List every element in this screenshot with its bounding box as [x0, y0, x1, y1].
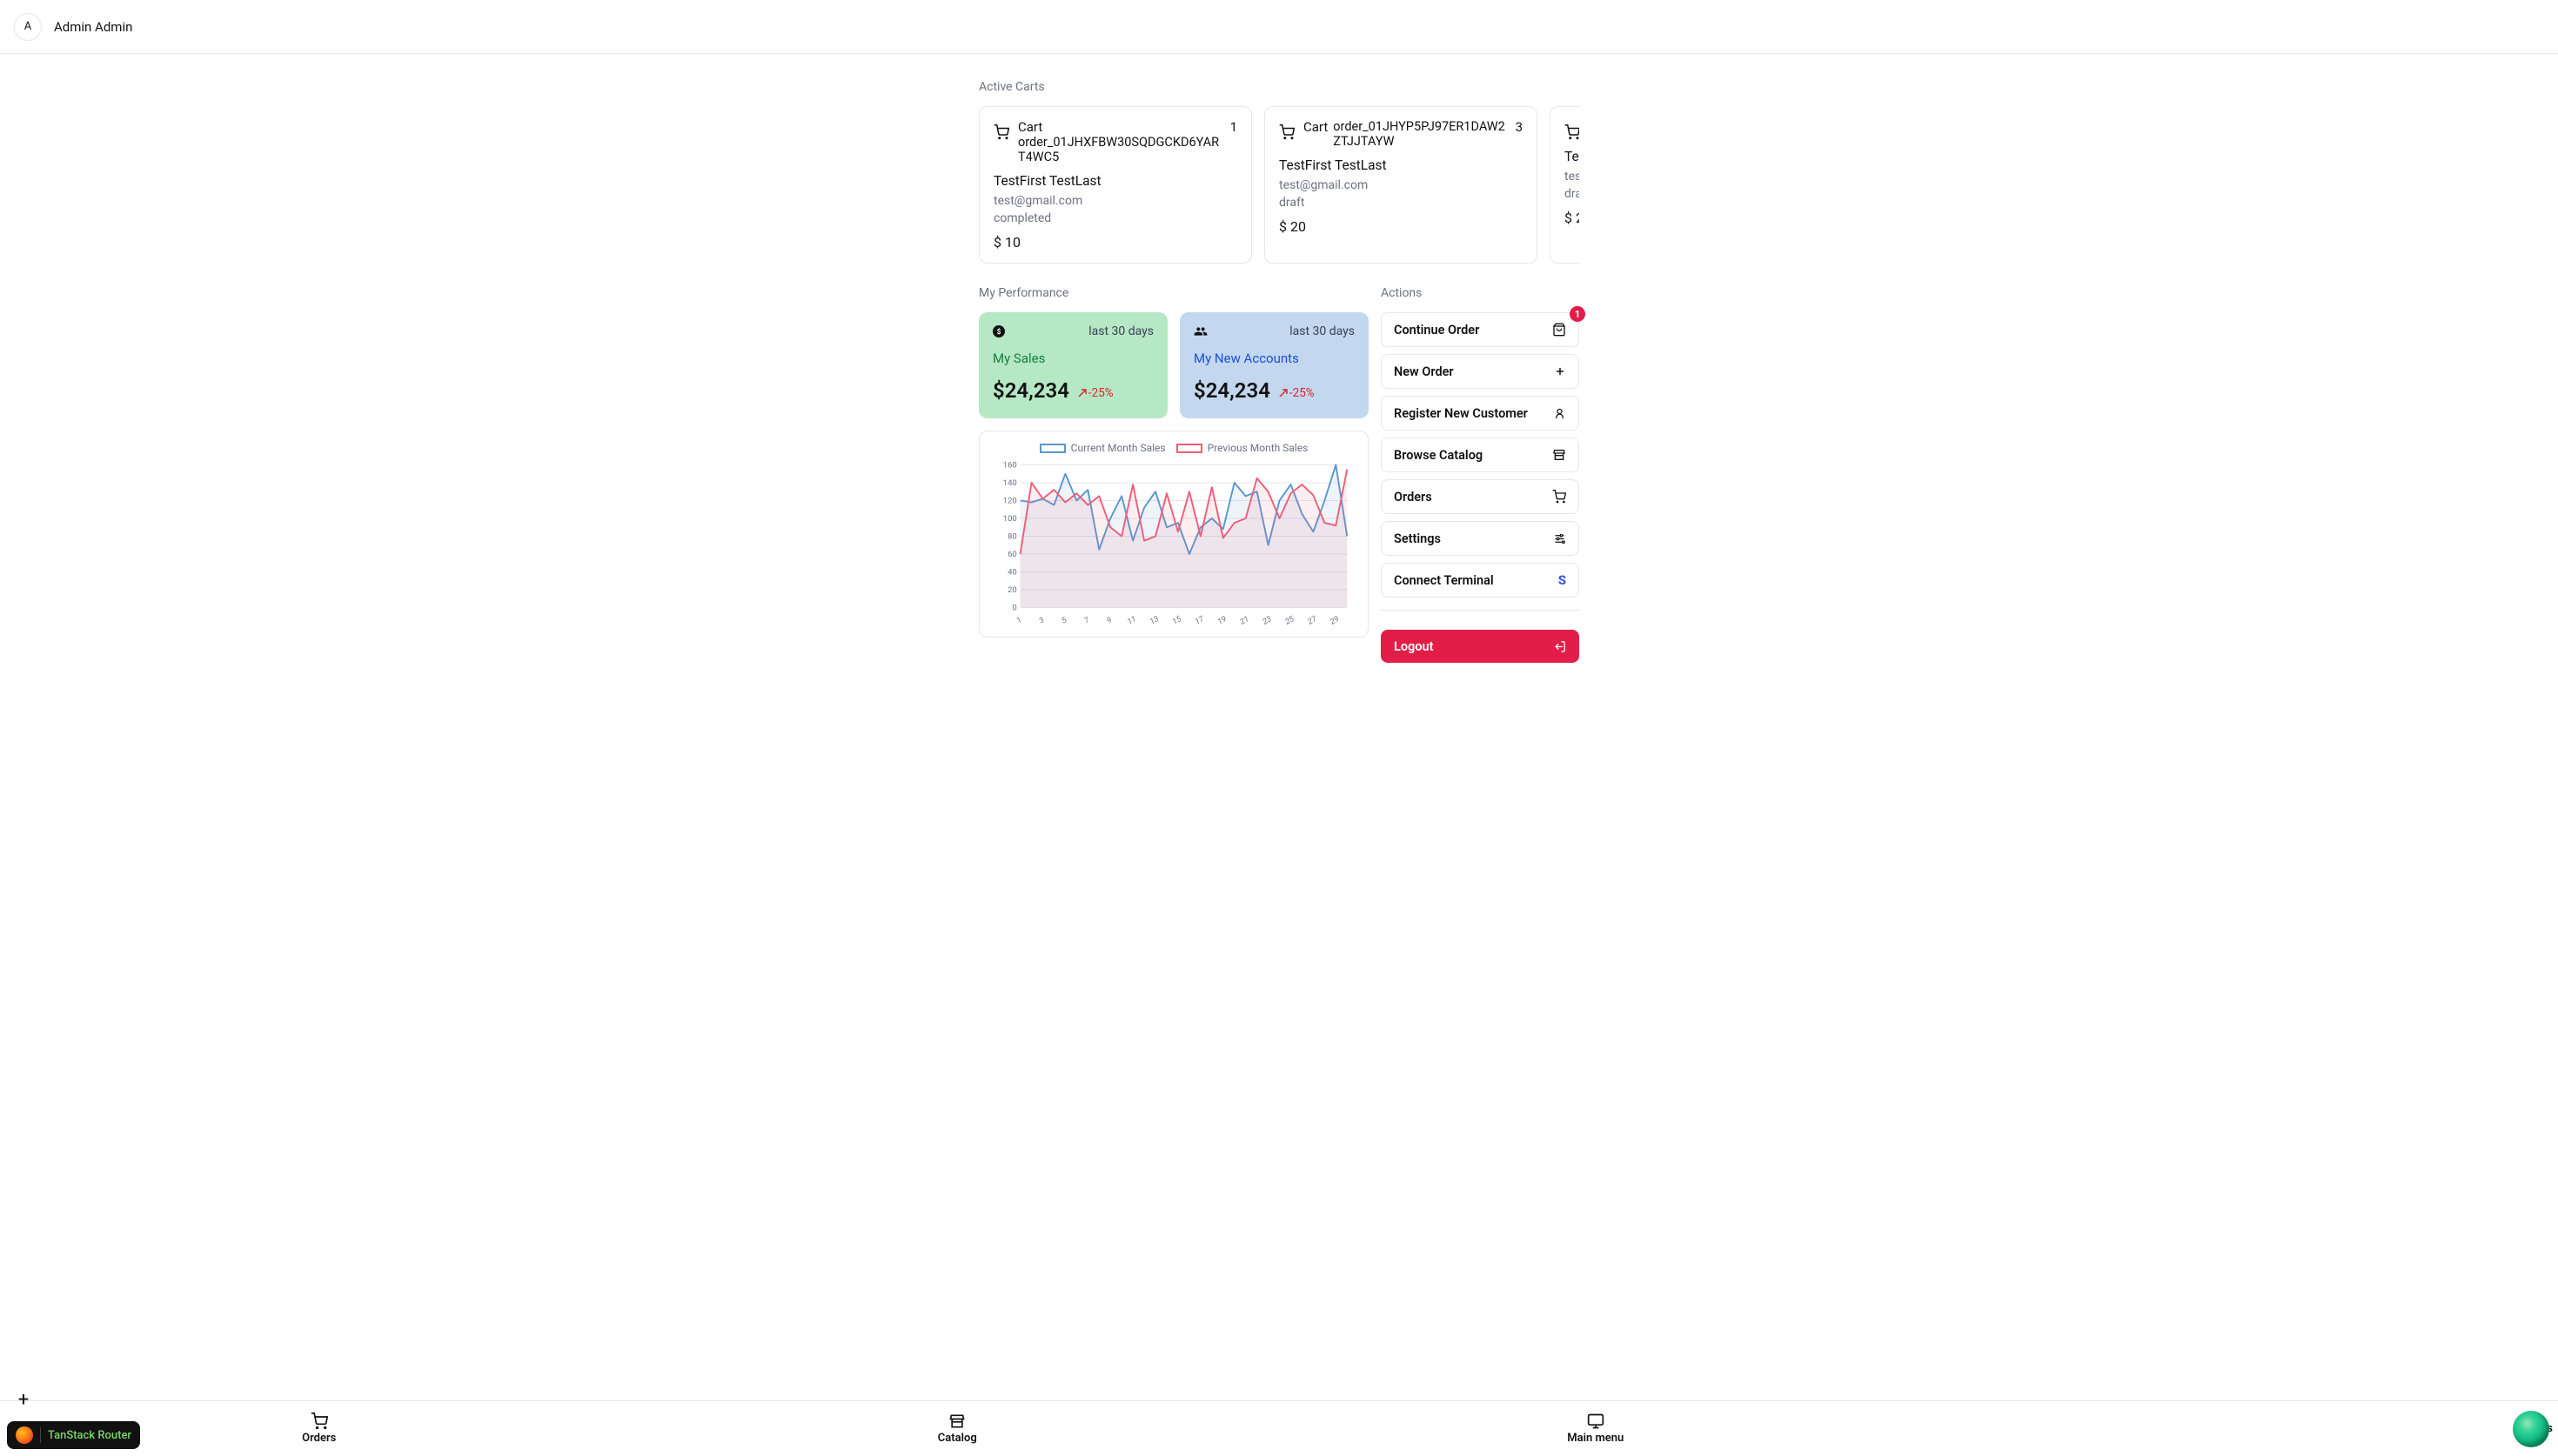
cart-customer-email: tes	[1564, 170, 1579, 184]
metric-value: $24,234	[1194, 378, 1270, 403]
svg-text:19: 19	[1216, 615, 1229, 627]
cart-status: draft	[1279, 196, 1523, 210]
cart-card[interactable]: Cart order_01JHYP5PJ97ER1DAW2ZTJJTAYW 3 …	[1264, 106, 1537, 264]
cart-item-count: 1	[1230, 119, 1237, 135]
connect-terminal-button[interactable]: Connect Terminal S	[1381, 563, 1579, 598]
metric-delta: -25%	[1279, 386, 1315, 400]
stripe-icon: S	[1558, 572, 1566, 588]
corner-widget[interactable]	[2513, 1411, 2549, 1447]
orders-button[interactable]: Orders	[1381, 479, 1579, 514]
svg-text:20: 20	[1008, 585, 1017, 595]
svg-text:21: 21	[1239, 615, 1251, 627]
svg-text:80: 80	[1008, 531, 1017, 541]
tanstack-icon	[16, 1426, 33, 1444]
metric-card-accounts[interactable]: last 30 days My New Accounts $24,234 -25…	[1180, 312, 1369, 418]
cart-amount: $ 10	[994, 234, 1237, 250]
cart-status: completed	[994, 211, 1237, 225]
add-fab[interactable]: +	[14, 1390, 33, 1409]
cart-label: Cart	[1018, 119, 1222, 135]
nav-main-menu[interactable]: Main menu	[1276, 1401, 1915, 1456]
svg-text:40: 40	[1008, 567, 1017, 577]
avatar[interactable]: A	[14, 13, 42, 41]
cart-customer-email: test@gmail.com	[1279, 178, 1523, 192]
metric-title: My New Accounts	[1194, 351, 1355, 366]
person-icon	[1553, 407, 1566, 420]
svg-text:60: 60	[1008, 550, 1017, 559]
divider	[1381, 610, 1579, 611]
logout-button[interactable]: Logout	[1381, 630, 1579, 663]
sales-chart: Current Month Sales Previous Month Sales…	[979, 431, 1369, 638]
cart-customer-name: Te	[1564, 149, 1579, 164]
sliders-icon	[1553, 532, 1566, 545]
new-order-button[interactable]: New Order	[1381, 354, 1579, 389]
cart-icon	[994, 124, 1009, 140]
svg-text:1: 1	[1015, 616, 1023, 625]
svg-text:23: 23	[1262, 615, 1274, 627]
metric-period: last 30 days	[1289, 324, 1355, 338]
svg-text:29: 29	[1329, 615, 1342, 627]
dollar-icon: $	[993, 325, 1005, 337]
logout-icon	[1553, 640, 1566, 653]
svg-text:100: 100	[1003, 514, 1017, 524]
bag-icon	[1552, 323, 1566, 337]
metric-value: $24,234	[993, 378, 1069, 403]
cart-icon	[1552, 490, 1566, 504]
svg-text:3: 3	[1038, 616, 1046, 625]
username: Admin Admin	[54, 19, 132, 35]
svg-text:7: 7	[1083, 616, 1092, 626]
svg-text:0: 0	[1012, 603, 1016, 612]
cart-label: Cart	[1303, 119, 1328, 149]
svg-text:25: 25	[1284, 615, 1296, 627]
metric-card-sales[interactable]: $ last 30 days My Sales $24,234 -25%	[979, 312, 1168, 418]
nav-customers[interactable]: Cus	[1915, 1401, 2558, 1456]
plus-icon	[1554, 365, 1566, 377]
cart-amount: $ 2	[1564, 210, 1579, 226]
metric-delta: -25%	[1078, 386, 1114, 400]
cart-icon	[1564, 124, 1579, 140]
register-customer-button[interactable]: Register New Customer	[1381, 396, 1579, 431]
cart-item-count: 3	[1516, 119, 1523, 135]
cart-id: order_01JHXFBW30SQDGCKD6YART4WC5	[1018, 135, 1222, 164]
cart-status: dra	[1564, 187, 1579, 201]
store-icon	[1552, 448, 1566, 462]
settings-button[interactable]: Settings	[1381, 521, 1579, 556]
svg-text:140: 140	[1003, 478, 1017, 488]
cart-icon	[1279, 124, 1295, 140]
cart-customer-name: TestFirst TestLast	[994, 173, 1237, 189]
nav-catalog[interactable]: Catalog	[639, 1401, 1277, 1456]
cart-id: order_01JHYP5PJ97ER1DAW2ZTJJTAYW	[1333, 119, 1506, 149]
browse-catalog-button[interactable]: Browse Catalog	[1381, 437, 1579, 472]
svg-text:15: 15	[1171, 615, 1183, 627]
my-performance-heading: My Performance	[979, 286, 1369, 300]
svg-text:27: 27	[1307, 615, 1319, 627]
metric-title: My Sales	[993, 351, 1154, 366]
top-bar: A Admin Admin	[0, 0, 2558, 54]
legend-previous: Previous Month Sales	[1176, 442, 1309, 454]
svg-text:11: 11	[1126, 615, 1138, 627]
legend-current: Current Month Sales	[1040, 442, 1166, 454]
chart-canvas: 0204060801001201401601357911131517192123…	[995, 458, 1352, 631]
active-carts-row: Cart order_01JHXFBW30SQDGCKD6YART4WC5 1 …	[979, 106, 1579, 264]
cart-customer-email: test@gmail.com	[994, 194, 1237, 208]
bottom-nav: Orders Catalog Main menu Cus	[0, 1400, 2558, 1456]
cart-card[interactable]: Cart order_01JHXFBW30SQDGCKD6YART4WC5 1 …	[979, 106, 1252, 264]
cart-amount: $ 20	[1279, 218, 1523, 235]
continue-order-badge: 1	[1570, 306, 1585, 322]
people-icon	[1194, 324, 1208, 338]
svg-text:13: 13	[1148, 615, 1161, 627]
metric-period: last 30 days	[1088, 324, 1154, 338]
cart-customer-name: TestFirst TestLast	[1279, 157, 1523, 173]
continue-order-button[interactable]: Continue Order 1	[1381, 312, 1579, 347]
avatar-initial: A	[24, 20, 31, 33]
svg-text:17: 17	[1194, 615, 1206, 627]
tanstack-router-pill[interactable]: TanStack Router	[7, 1421, 140, 1449]
svg-text:9: 9	[1106, 616, 1114, 625]
svg-text:5: 5	[1061, 616, 1068, 625]
svg-text:160: 160	[1003, 460, 1017, 470]
svg-text:120: 120	[1003, 496, 1017, 505]
active-carts-heading: Active Carts	[979, 80, 1579, 94]
cart-card[interactable]: Te tes dra $ 2	[1550, 106, 1579, 264]
actions-heading: Actions	[1381, 286, 1579, 300]
